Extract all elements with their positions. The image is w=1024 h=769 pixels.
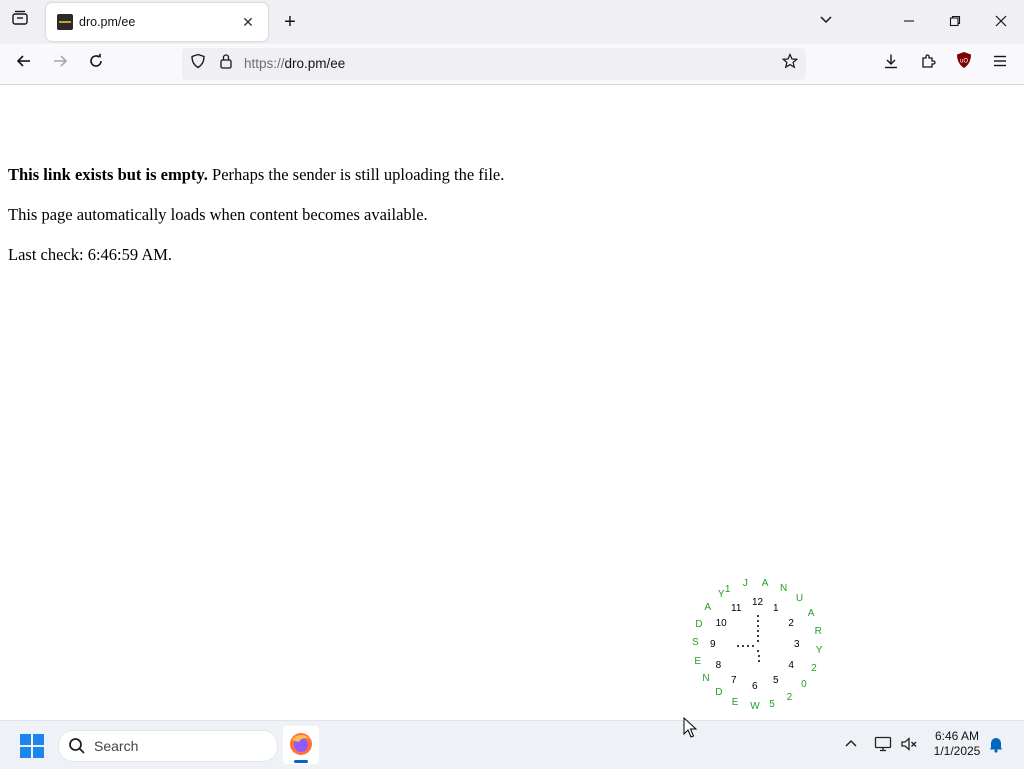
windows-taskbar: Search 6:46 AM 1/1/2025 <box>0 720 1024 769</box>
back-icon[interactable] <box>10 50 38 78</box>
list-all-tabs-icon[interactable] <box>812 8 840 36</box>
clock-minute-hand <box>757 640 759 642</box>
clock-date-char: N <box>702 673 710 685</box>
clock-date-char: W <box>750 700 760 712</box>
url-scheme: https:// <box>244 56 285 71</box>
active-tab[interactable]: dro.pm/ee ✕ <box>46 3 268 41</box>
search-icon <box>68 737 86 760</box>
download-icon[interactable] <box>877 50 905 78</box>
clock-date-char: S <box>692 637 699 649</box>
url-text[interactable]: https://dro.pm/ee <box>244 56 345 71</box>
volume-muted-icon[interactable] <box>900 735 918 758</box>
clock-second-hand <box>758 659 761 662</box>
address-bar[interactable]: https://dro.pm/ee <box>182 48 806 80</box>
clock-hour-hand <box>752 645 754 647</box>
clock-numeral: 2 <box>788 618 794 629</box>
network-icon[interactable] <box>874 735 892 758</box>
clock-date-char: A <box>704 601 711 613</box>
clock-date-char: 5 <box>769 699 775 711</box>
clock-date-char: D <box>695 618 703 630</box>
ublock-label: uO <box>960 59 968 65</box>
tab-strip: dro.pm/ee ✕ + <box>0 0 1024 44</box>
clock-numeral: 7 <box>731 675 737 687</box>
clock-numeral: 10 <box>715 618 727 629</box>
analog-clock-widget: 12 1 2 3 4 5 6 7 8 9 10 11 1 J A N U A R Y 2 0 2 5 W E D N E S D A Y <box>690 578 830 713</box>
clock-numeral: 8 <box>715 660 722 671</box>
page-content: This link exists but is empty. Perhaps t… <box>8 164 504 284</box>
clock-date-char: 2 <box>786 691 793 703</box>
tab-list-icon[interactable] <box>6 8 34 36</box>
firefox-icon <box>289 732 313 761</box>
reload-icon[interactable] <box>82 50 110 78</box>
ublock-icon[interactable]: uO <box>950 50 978 78</box>
extensions-icon[interactable] <box>914 50 942 78</box>
clock-numeral: 6 <box>752 681 758 692</box>
clock-date-char: Y <box>815 644 823 656</box>
clock-hour-hand <box>747 645 749 647</box>
clock-second-hand <box>757 654 760 657</box>
empty-link-heading: This link exists but is empty. <box>8 165 208 184</box>
clock-numeral: 12 <box>752 597 764 608</box>
taskbar-firefox-button[interactable] <box>283 726 319 764</box>
last-check-status: Last check: 6:46:59 AM. <box>8 245 173 264</box>
clock-date-char: D <box>715 687 723 699</box>
clock-date-char: J <box>742 578 748 589</box>
clock-minute-hand <box>757 635 759 637</box>
close-window-icon[interactable] <box>987 8 1015 36</box>
system-date: 1/1/2025 <box>933 744 981 758</box>
clock-numeral: 5 <box>773 675 779 687</box>
forward-icon[interactable] <box>46 50 74 78</box>
clock-numeral: 11 <box>731 602 742 614</box>
clock-second-hand <box>757 649 760 652</box>
show-hidden-icons[interactable] <box>843 736 859 757</box>
auto-load-notice: This page automatically loads when conte… <box>8 205 428 224</box>
empty-link-detail: Perhaps the sender is still uploading th… <box>207 165 505 184</box>
tab-title: dro.pm/ee <box>79 15 136 29</box>
minimize-icon[interactable] <box>895 8 923 36</box>
clock-date-char: Y <box>717 588 725 600</box>
clock-minute-hand <box>757 615 759 617</box>
lock-icon[interactable] <box>212 50 240 78</box>
shield-icon[interactable] <box>184 50 212 78</box>
clock-date-char: U <box>795 593 804 605</box>
clock-date-char: R <box>814 625 822 637</box>
bookmark-star-icon[interactable] <box>776 50 804 78</box>
system-clock[interactable]: 6:46 AM 1/1/2025 <box>922 729 992 759</box>
empty-link-message: This link exists but is empty. Perhaps t… <box>8 164 504 204</box>
clock-minute-hand <box>757 625 759 627</box>
new-tab-icon[interactable]: + <box>276 8 304 36</box>
search-placeholder: Search <box>94 738 139 754</box>
clock-numeral: 3 <box>794 639 800 650</box>
clock-date-char: A <box>807 608 815 620</box>
menu-icon[interactable] <box>986 50 1014 78</box>
clock-date-char: E <box>694 656 702 668</box>
clock-hour-hand <box>737 645 739 647</box>
clock-numeral: 9 <box>710 639 716 650</box>
clock-date-char: E <box>731 696 739 708</box>
clock-hour-hand <box>742 645 744 647</box>
clock-numeral: 4 <box>788 660 794 671</box>
maximize-icon[interactable] <box>941 8 969 36</box>
navigation-bar: https://dro.pm/ee uO <box>0 44 1024 85</box>
taskbar-search-box[interactable]: Search <box>58 730 278 762</box>
clock-date-char: A <box>761 577 769 589</box>
mouse-cursor-icon <box>683 716 698 744</box>
system-time: 6:46 AM <box>934 729 980 743</box>
clock-date-char: 1 <box>724 584 731 596</box>
notification-bell-icon[interactable] <box>987 735 1005 758</box>
clock-date-char: 2 <box>811 663 817 675</box>
clock-date-char: N <box>780 582 788 594</box>
clock-numeral: 1 <box>773 602 779 614</box>
clock-minute-hand <box>757 630 759 632</box>
clock-date-char: 0 <box>801 679 807 691</box>
site-favicon-icon <box>57 14 73 30</box>
windows-start-icon[interactable] <box>20 734 44 763</box>
close-tab-icon[interactable]: ✕ <box>238 12 258 32</box>
clock-minute-hand <box>757 620 759 622</box>
active-app-indicator <box>294 760 308 763</box>
url-host: dro.pm/ee <box>284 56 346 71</box>
